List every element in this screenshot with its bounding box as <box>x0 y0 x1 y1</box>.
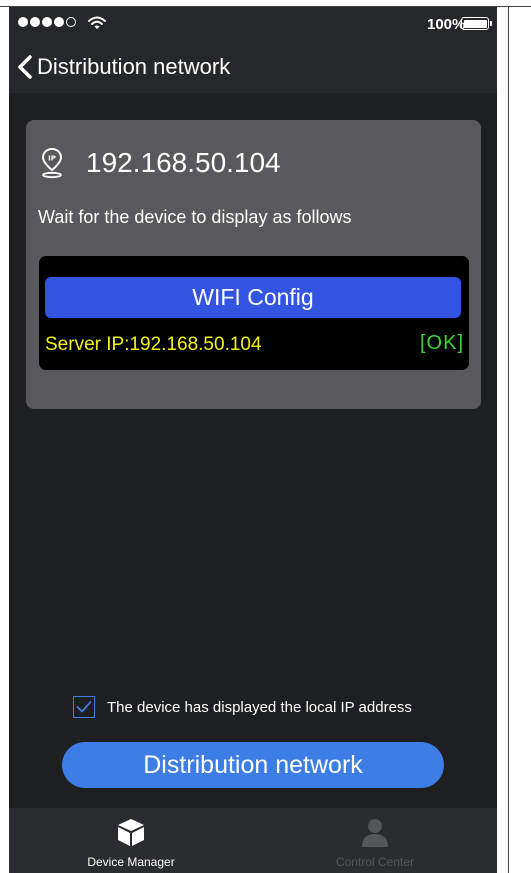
tab-control-center[interactable]: Control Center <box>253 808 497 873</box>
ok-status-text: [OK] <box>419 332 464 354</box>
battery-percent: 100% <box>427 16 466 33</box>
checkmark-icon <box>76 701 92 713</box>
checkbox-label: The device has displayed the local IP ad… <box>107 698 412 716</box>
checkbox[interactable] <box>73 696 95 718</box>
phone-screen: 100% Distribution network IP 192.168.50.… <box>9 7 497 873</box>
battery-icon <box>461 17 489 30</box>
wifi-config-header: WIFI Config <box>45 277 461 318</box>
signal-dot <box>18 17 28 27</box>
chevron-left-icon <box>18 55 32 79</box>
tab-label: Control Center <box>335 855 415 869</box>
server-ip-text: Server IP:192.168.50.104 <box>45 334 262 355</box>
device-display-preview: WIFI Config Server IP:192.168.50.104 [OK… <box>39 256 469 370</box>
signal-dot <box>54 17 64 27</box>
person-icon <box>362 819 388 847</box>
main-content: IP 192.168.50.104 Wait for the device to… <box>9 93 497 808</box>
page-title: Distribution network <box>37 54 231 79</box>
tab-device-manager[interactable]: Device Manager <box>9 808 253 873</box>
back-button[interactable]: Distribution network <box>17 53 230 81</box>
status-bar: 100% <box>9 7 497 41</box>
signal-dot-empty <box>66 17 76 27</box>
ip-pin-icon: IP <box>41 147 63 179</box>
instruction-text: Wait for the device to display as follow… <box>38 207 352 227</box>
svg-text:IP: IP <box>48 155 56 163</box>
battery-tip <box>490 21 492 26</box>
ip-address: 192.168.50.104 <box>86 147 281 178</box>
tab-label: Device Manager <box>87 855 175 869</box>
signal-dot <box>42 17 52 27</box>
tab-bar: Device Manager Control Center <box>9 808 497 873</box>
nav-bar: Distribution network <box>9 41 497 93</box>
ip-row: IP 192.168.50.104 <box>38 146 281 180</box>
confirm-displayed-checkbox[interactable]: The device has displayed the local IP ad… <box>73 696 412 718</box>
signal-dot <box>30 17 40 27</box>
wifi-icon <box>88 16 106 29</box>
distribution-network-button[interactable]: Distribution network <box>62 742 444 788</box>
frame-right-rule <box>508 6 509 873</box>
ip-info-card: IP 192.168.50.104 Wait for the device to… <box>26 120 481 409</box>
signal-dots-icon <box>18 17 76 27</box>
cube-box-icon <box>118 819 144 846</box>
